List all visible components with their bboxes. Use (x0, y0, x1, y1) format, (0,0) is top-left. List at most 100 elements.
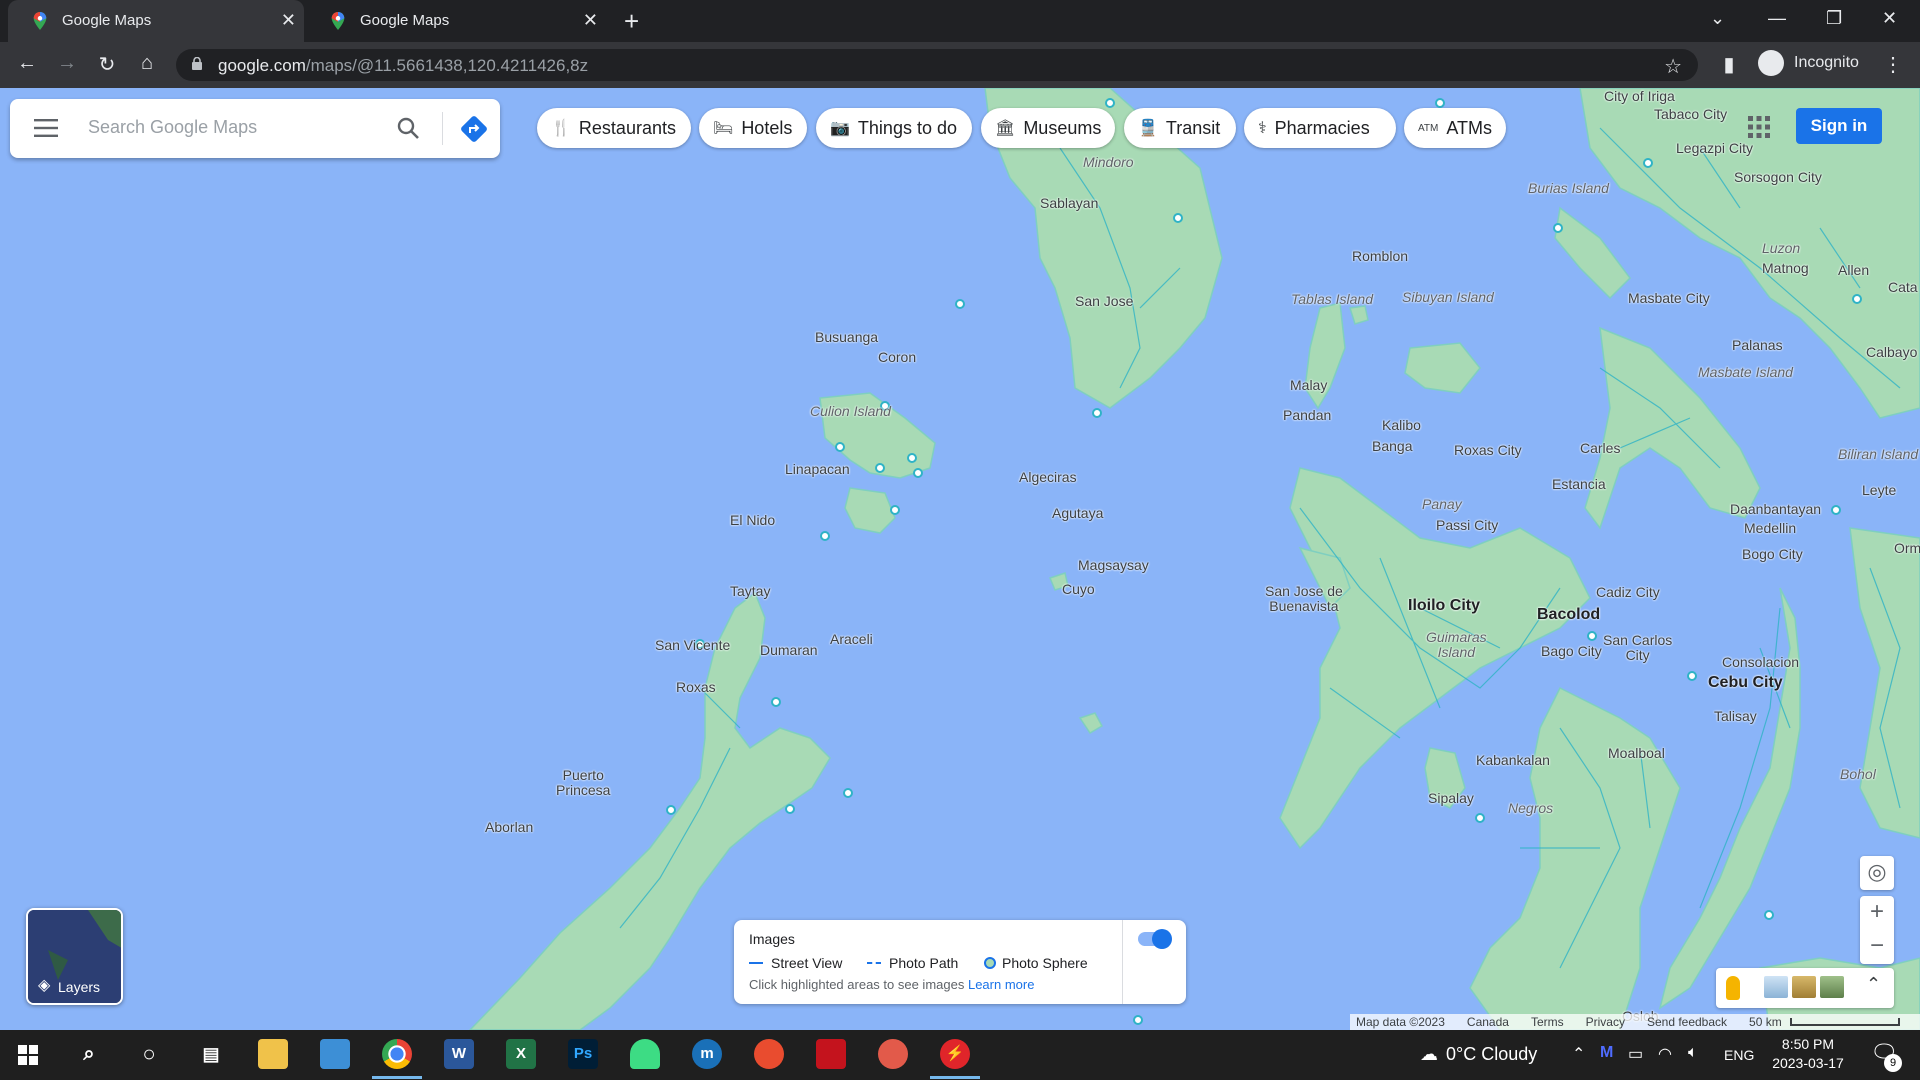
media-player-icon[interactable] (878, 1039, 908, 1069)
place-label[interactable]: Talisay (1714, 708, 1757, 724)
word-icon[interactable]: W (444, 1039, 474, 1069)
sign-in-button[interactable]: Sign in (1796, 108, 1882, 144)
tab-google-maps-2[interactable]: Google Maps ✕ (306, 0, 606, 42)
video-app-icon[interactable] (816, 1039, 846, 1069)
place-label[interactable]: Araceli (830, 631, 873, 647)
place-label[interactable]: Culion Island (810, 403, 891, 419)
place-label[interactable]: Legazpi City (1676, 140, 1753, 156)
search-input[interactable] (88, 117, 378, 138)
place-label[interactable]: Algeciras (1019, 469, 1077, 485)
place-label[interactable]: Cebu City (1708, 674, 1783, 692)
place-label[interactable]: Bogo City (1742, 546, 1803, 562)
search-icon[interactable]: ⌕ (74, 1039, 104, 1069)
place-label[interactable]: Coron (878, 349, 916, 365)
place-label[interactable]: Busuanga (815, 329, 878, 345)
place-label[interactable]: Calbayo (1866, 344, 1917, 360)
terms-link[interactable]: Terms (1531, 1015, 1564, 1029)
layers-button[interactable]: ◈ Layers (26, 908, 123, 1005)
place-label[interactable]: Burias Island (1528, 180, 1609, 196)
close-icon[interactable]: ✕ (281, 10, 296, 31)
chevron-up-icon[interactable]: ⌃ (1866, 974, 1881, 995)
weather-widget[interactable]: ☁ 0°C Cloudy (1420, 1044, 1537, 1065)
my-location-icon[interactable]: ◎ (1860, 856, 1894, 890)
window-close-icon[interactable]: ✕ (1882, 8, 1897, 29)
place-label[interactable]: Roxas (676, 679, 716, 695)
place-label[interactable]: Cata (1888, 279, 1918, 295)
send-feedback-link[interactable]: Send feedback (1647, 1015, 1727, 1029)
place-label[interactable]: Malay (1290, 377, 1327, 393)
place-label[interactable]: Leyte (1862, 482, 1896, 498)
hamburger-menu-icon[interactable] (34, 119, 58, 137)
place-label[interactable]: Cuyo (1062, 581, 1095, 597)
place-label[interactable]: Consolacion (1722, 654, 1799, 670)
place-label[interactable]: San Jose (1075, 293, 1133, 309)
address-bar[interactable]: google.com/maps/@11.5661438,120.4211426,… (176, 49, 1698, 81)
back-arrow-icon[interactable]: ← (14, 52, 40, 75)
place-label[interactable]: El Nido (730, 512, 775, 528)
images-toggle[interactable] (1138, 929, 1172, 949)
chip-atms[interactable]: ATM ATMs (1404, 108, 1506, 148)
flash-app-icon[interactable]: ⚡ (930, 1039, 980, 1079)
forward-arrow-icon[interactable]: → (54, 52, 80, 75)
learn-more-link[interactable]: Learn more (968, 977, 1034, 992)
place-label[interactable]: Masbate Island (1698, 364, 1793, 380)
place-label[interactable]: Allen (1838, 262, 1869, 278)
place-label[interactable]: Taytay (730, 583, 770, 599)
chip-pharmacies[interactable]: ⚕ Pharmacies (1244, 108, 1396, 148)
place-label[interactable]: Luzon (1762, 240, 1800, 256)
place-label[interactable]: Banga (1372, 438, 1412, 454)
place-label[interactable]: Panay (1422, 496, 1462, 512)
reload-icon[interactable]: ↻ (94, 52, 120, 77)
place-label[interactable]: Puerto Princesa (556, 768, 610, 798)
zoom-out-icon[interactable]: − (1860, 930, 1894, 964)
chip-transit[interactable]: 🚆 Transit (1124, 108, 1236, 148)
place-label[interactable]: Guimaras Island (1426, 630, 1487, 660)
place-label[interactable]: Palanas (1732, 337, 1783, 353)
place-label[interactable]: San Vicente (655, 637, 730, 653)
minimize-icon[interactable]: — (1768, 8, 1786, 29)
place-label[interactable]: Sablayan (1040, 195, 1098, 211)
place-label[interactable]: San Jose de Buenavista (1265, 584, 1343, 614)
place-label[interactable]: Dumaran (760, 642, 818, 658)
place-label[interactable]: Romblon (1352, 248, 1408, 264)
place-label[interactable]: Sipalay (1428, 790, 1474, 806)
place-label[interactable]: Passi City (1436, 517, 1498, 533)
tab-google-maps-1[interactable]: Google Maps ✕ (8, 0, 304, 42)
chevron-up-icon[interactable]: ⌃ (1572, 1044, 1585, 1064)
place-label[interactable]: City of Iriga (1604, 88, 1675, 104)
bookmark-star-icon[interactable]: ☆ (1664, 54, 1682, 79)
place-label[interactable]: Tablas Island (1291, 291, 1373, 307)
place-label[interactable]: Moalboal (1608, 745, 1665, 761)
search-icon[interactable] (396, 116, 420, 140)
place-label[interactable]: Pandan (1283, 407, 1331, 423)
android-app-icon[interactable] (630, 1039, 660, 1069)
musescore-icon[interactable]: m (692, 1039, 722, 1069)
more-menu-icon[interactable]: ⋮ (1880, 52, 1906, 77)
pegman-icon[interactable] (1726, 976, 1740, 1000)
place-label[interactable]: Aborlan (485, 819, 533, 835)
incognito-profile-button[interactable]: Incognito (1758, 50, 1859, 76)
control-panel-icon[interactable] (320, 1039, 350, 1069)
place-label[interactable]: Bago City (1541, 643, 1602, 659)
task-view-icon[interactable]: ▤ (196, 1039, 226, 1069)
place-label[interactable]: Sorsogon City (1734, 169, 1822, 185)
place-label[interactable]: Matnog (1762, 260, 1809, 276)
place-label[interactable]: Medellin (1744, 520, 1796, 536)
restore-icon[interactable]: ❐ (1826, 8, 1842, 29)
place-label[interactable]: Bacolod (1537, 606, 1600, 624)
place-label[interactable]: Iloilo City (1408, 597, 1480, 615)
place-label[interactable]: Kalibo (1382, 417, 1421, 433)
clock[interactable]: 8:50 PM 2023-03-17 (1768, 1035, 1848, 1073)
place-label[interactable]: Tabaco City (1654, 106, 1727, 122)
place-label[interactable]: Orm (1894, 540, 1920, 556)
place-label[interactable]: Daanbantayan (1730, 501, 1821, 517)
place-label[interactable]: Roxas City (1454, 442, 1522, 458)
windows-start-icon[interactable] (18, 1045, 38, 1065)
vpn-app-icon[interactable] (754, 1039, 784, 1069)
imagery-thumb-2[interactable] (1792, 976, 1816, 998)
place-label[interactable]: Masbate City (1628, 290, 1710, 306)
directions-icon[interactable] (460, 115, 488, 143)
excel-icon[interactable]: X (506, 1039, 536, 1069)
place-label[interactable]: Estancia (1552, 476, 1606, 492)
place-label[interactable]: Sibuyan Island (1402, 289, 1494, 305)
